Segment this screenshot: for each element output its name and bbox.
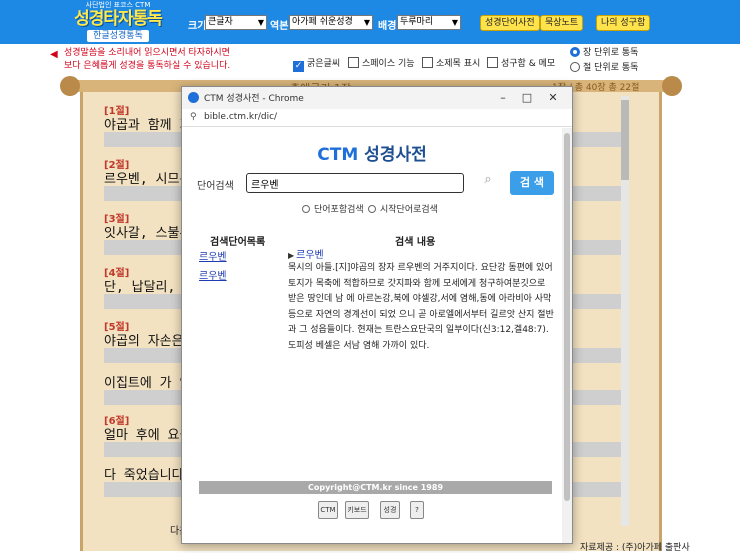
checkbox-icon — [422, 57, 433, 68]
word-list-item[interactable]: 르우벤 — [199, 267, 227, 282]
bg-select-value: 두루마리 — [400, 17, 434, 27]
reading-notice: ◀ 성경말씀을 소리내어 읽으시면서 타자하시면 보다 은혜롭게 성경을 통독하… — [50, 47, 284, 73]
checkbox-checked-icon: ✓ — [293, 61, 304, 72]
logo[interactable]: 사단법인 표코스 CTM 성경타자통독 한글성경통독 — [70, 1, 166, 43]
result-word-text: 르우벤 — [296, 250, 324, 261]
dictionary-title-text: 성경사전 — [364, 145, 427, 165]
app-icon — [188, 92, 199, 103]
chevron-down-icon: ▼ — [363, 18, 370, 27]
notice-line-1: 성경말씀을 소리내어 읽으시면서 타자하시면 — [64, 48, 230, 58]
bible-icon[interactable]: 성경 — [380, 501, 400, 519]
ctm-icon[interactable]: CTM — [318, 501, 338, 519]
verse-unit-radio[interactable]: 절 단위로 통독 — [570, 60, 638, 73]
space-checkbox[interactable]: 스페이스 기능 — [348, 56, 415, 69]
version-select[interactable]: 아가페 쉬운성경 ▼ — [289, 15, 373, 30]
verse-unit-label: 절 단위로 통독 — [583, 63, 639, 73]
start-search-radio[interactable]: 시작단어로검색 — [368, 202, 438, 215]
result-header: 검색 내용 — [395, 237, 436, 248]
triangle-right-icon: ▶ — [288, 251, 295, 260]
megaphone-icon: ◀ — [50, 49, 58, 60]
include-search-label: 단어포함검색 — [314, 205, 364, 215]
search-input[interactable]: 르우벤 — [246, 173, 464, 193]
word-list-header: 검색단어목록 — [210, 237, 266, 248]
dictionary-popup-window: CTM 성경사전 - Chrome – □ ✕ ⚲ bible.ctm.kr/d… — [181, 86, 573, 544]
verse-text: 얼마 후에 요셉 — [104, 428, 192, 443]
verse-memo-label: 성구함 & 메모 — [501, 59, 556, 69]
radio-icon — [570, 62, 580, 72]
radio-icon — [302, 205, 310, 213]
search-icon[interactable]: ⌕ — [480, 172, 496, 188]
verse-text: 야곱과 함께 가 — [104, 118, 192, 133]
space-label: 스페이스 기능 — [362, 59, 415, 69]
site-info-icon[interactable]: ⚲ — [190, 112, 197, 122]
help-icon[interactable]: ? — [410, 501, 424, 519]
verse-text: 잇사갈, 스불론 — [104, 226, 192, 241]
dictionary-title: CTM 성경사전 — [182, 140, 562, 165]
scroll-knob-right — [662, 76, 682, 96]
window-title: CTM 성경사전 - Chrome — [204, 94, 304, 104]
scroll-knob-left — [60, 76, 80, 96]
chevron-down-icon: ▼ — [257, 18, 264, 27]
notice-line-2: 보다 은혜롭게 성경을 통독하실 수 있습니다. — [64, 61, 231, 71]
popup-scrollbar-thumb[interactable] — [564, 133, 570, 501]
search-label: 단어검색 — [197, 181, 234, 192]
verse-text: 다 죽었습니다 — [104, 468, 184, 483]
bg-select[interactable]: 두루마리 ▼ — [397, 15, 461, 30]
top-bar: 사단법인 표코스 CTM 성경타자통독 한글성경통독 크기 큰글자 ▼ 역본 아가… — [0, 0, 740, 44]
logo-tag: 한글성경통독 — [87, 30, 149, 42]
footer-icons: CTM 키보드 성경 ? — [182, 501, 562, 523]
verse-text: 야곱의 자손은 — [104, 334, 184, 349]
result-body: 목시의 아들.[지]야곱의 장자 르우벤의 거주지이다. 요단강 동편에 있어 … — [288, 263, 554, 351]
size-label: 크기 — [188, 21, 207, 32]
page-scrollbar-thumb[interactable] — [621, 100, 629, 180]
url-bar[interactable]: ⚲ bible.ctm.kr/dic/ — [182, 109, 572, 127]
dictionary-title-brand: CTM — [317, 145, 359, 165]
window-titlebar[interactable]: CTM 성경사전 - Chrome – □ ✕ — [182, 87, 572, 109]
chevron-down-icon: ▼ — [451, 18, 458, 27]
word-list-item[interactable]: 르우벤 — [199, 248, 227, 263]
version-select-value: 아가페 쉬운성경 — [292, 17, 353, 27]
logo-title: 성경타자통독 — [74, 9, 163, 29]
bold-label: 굵은글씨 — [307, 59, 341, 69]
result-word: ▶ 르우벤 — [288, 246, 324, 261]
start-search-label: 시작단어로검색 — [380, 205, 438, 215]
verse-text: 르우벤, 시므온 — [104, 172, 192, 187]
maximize-icon[interactable]: □ — [516, 89, 538, 106]
checkbox-icon — [487, 57, 498, 68]
size-select-value: 큰글자 — [208, 17, 233, 27]
search-button[interactable]: 검 색 — [510, 171, 554, 195]
chapter-unit-radio[interactable]: 장 단위로 통독 — [570, 45, 638, 58]
bold-checkbox[interactable]: ✓ 굵은글씨 — [293, 56, 340, 72]
url-text: bible.ctm.kr/dic/ — [204, 112, 278, 122]
checkbox-icon — [348, 57, 359, 68]
subtitle-checkbox[interactable]: 소제목 표시 — [422, 56, 480, 69]
radio-icon — [368, 205, 376, 213]
verse-text: 이집트에 가 있 — [104, 376, 192, 391]
chapter-unit-label: 장 단위로 통독 — [583, 48, 639, 58]
version-label: 역본 — [270, 21, 289, 32]
credits: 자료제공 : (주)아가페 출판사 — [580, 543, 690, 553]
copyright-bar: Copyright@CTM.kr since 1989 — [199, 481, 552, 494]
subtitle-label: 소제목 표시 — [436, 59, 481, 69]
size-select[interactable]: 큰글자 ▼ — [205, 15, 267, 30]
radio-selected-icon — [570, 47, 580, 57]
dictionary-button[interactable]: 성경단어사전 — [480, 15, 540, 31]
my-verse-button[interactable]: 나의 성구함 — [596, 15, 651, 31]
keyboard-icon[interactable]: 키보드 — [345, 501, 369, 519]
minimize-icon[interactable]: – — [492, 89, 514, 106]
meditation-note-button[interactable]: 묵상노트 — [540, 15, 584, 31]
bg-label: 배경 — [378, 21, 397, 32]
close-icon[interactable]: ✕ — [542, 89, 564, 106]
include-search-radio[interactable]: 단어포함검색 — [302, 202, 364, 215]
verse-memo-checkbox[interactable]: 성구함 & 메모 — [487, 56, 555, 69]
